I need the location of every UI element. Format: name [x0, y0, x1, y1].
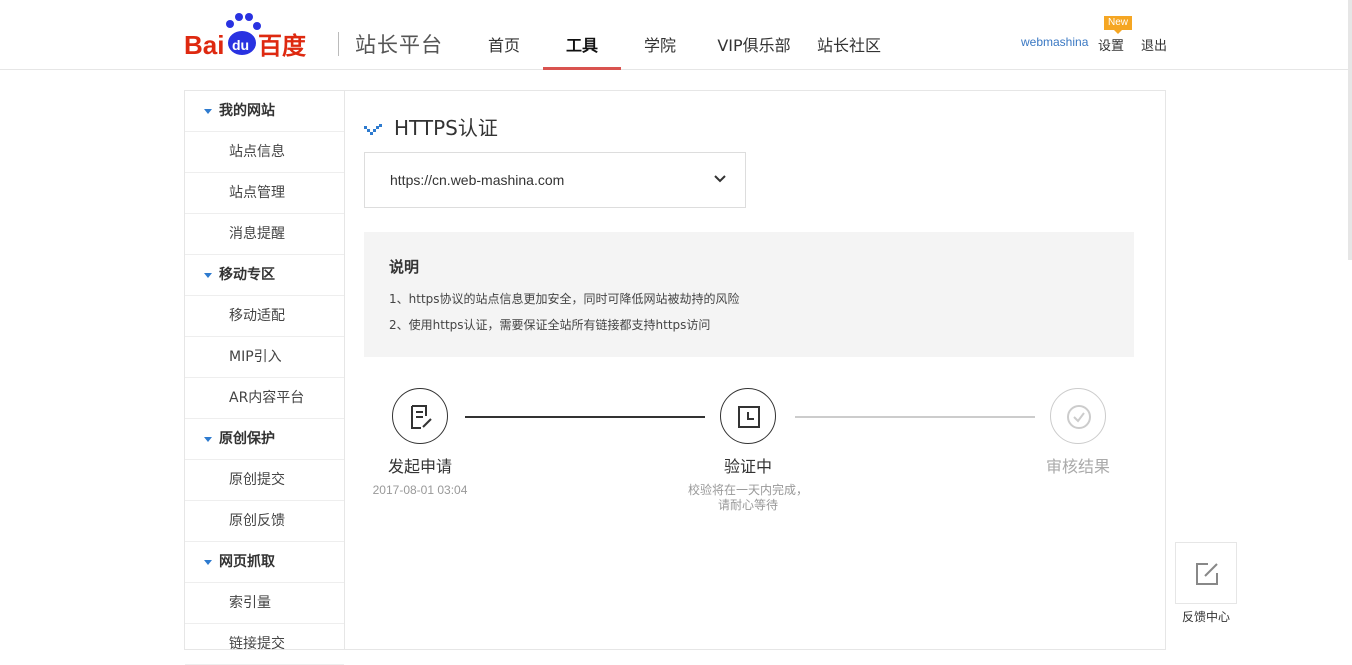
sidebar-group-label: 原创保护 — [219, 431, 275, 447]
nav-tools[interactable]: 工具 — [543, 0, 621, 70]
sidebar-item-mip[interactable]: MIP引入 — [185, 337, 344, 378]
top-header: Bai du 百度 站长平台 首页 工具 学院 VIP俱乐部 站长社区 webm… — [0, 0, 1352, 70]
svg-text:Bai: Bai — [184, 30, 224, 58]
baidu-logo[interactable]: Bai du 百度 — [184, 12, 320, 58]
sidebar-item-messages[interactable]: 消息提醒 — [185, 214, 344, 255]
step-3-label: 审核结果 — [1045, 457, 1110, 476]
step-connector-pending — [795, 416, 1035, 418]
sidebar-item-original-feedback[interactable]: 原创反馈 — [185, 501, 344, 542]
logout-link[interactable]: 退出 — [1141, 35, 1167, 54]
sidebar-item-link-submit[interactable]: 链接提交 — [185, 624, 344, 665]
step-1-timestamp: 2017-08-01 03:04 — [372, 483, 468, 497]
chevron-down-icon — [714, 175, 726, 183]
sidebar-item-site-info[interactable]: 站点信息 — [185, 132, 344, 173]
page-scrollbar[interactable] — [1348, 0, 1352, 260]
step-2-label: 验证中 — [723, 457, 772, 476]
step-3-circle — [1050, 388, 1106, 444]
sidebar-group-crawl[interactable]: 网页抓取 — [185, 542, 344, 583]
document-edit-icon — [411, 405, 432, 429]
step-1-label: 发起申请 — [387, 457, 452, 476]
svg-text:百度: 百度 — [258, 32, 307, 58]
sidebar: 我的网站 站点信息 站点管理 消息提醒 移动专区 移动适配 MIP引入 AR内容… — [184, 90, 345, 665]
new-badge: New — [1104, 16, 1133, 34]
site-title: 站长平台 — [355, 33, 443, 57]
sidebar-group-my-site[interactable]: 我的网站 — [185, 91, 344, 132]
step-2-hint: 校验将在一天内完成， 请耐心等待 — [687, 483, 808, 512]
nav-community[interactable]: 站长社区 — [809, 0, 889, 70]
username-link[interactable]: webmashina — [1021, 35, 1088, 49]
sidebar-item-site-manage[interactable]: 站点管理 — [185, 173, 344, 214]
step-connector-done — [465, 416, 705, 418]
caret-down-icon — [204, 436, 212, 442]
info-note: 说明 1、https协议的站点信息更加安全，同时可降低网站被劫持的风险 2、使用… — [364, 232, 1134, 357]
logo-divider — [338, 32, 339, 56]
settings-link[interactable]: 设置 — [1098, 35, 1124, 54]
sidebar-group-label: 我的网站 — [219, 103, 275, 119]
nav-academy[interactable]: 学院 — [621, 0, 699, 70]
edit-icon — [1196, 563, 1218, 585]
note-title: 说明 — [389, 258, 420, 276]
site-select[interactable]: https://cn.web-mashina.com — [364, 152, 746, 208]
check-circle-icon — [1067, 405, 1091, 429]
caret-down-icon — [204, 559, 212, 565]
svg-text:du: du — [232, 37, 249, 53]
sidebar-item-mobile-adapt[interactable]: 移动适配 — [185, 296, 344, 337]
note-line: 1、https协议的站点信息更加安全，同时可降低网站被劫持的风险 — [389, 292, 740, 306]
caret-down-icon — [204, 108, 212, 114]
site-select-value: https://cn.web-mashina.com — [390, 172, 565, 188]
sidebar-group-label: 移动专区 — [219, 267, 275, 283]
step-2-circle — [720, 388, 776, 444]
sidebar-item-original-submit[interactable]: 原创提交 — [185, 460, 344, 501]
nav-home[interactable]: 首页 — [465, 0, 543, 70]
feedback-label: 反馈中心 — [1181, 610, 1230, 624]
sidebar-group-label: 网页抓取 — [219, 554, 275, 570]
step-1-circle — [392, 388, 448, 444]
clock-square-icon — [738, 406, 760, 428]
sidebar-group-mobile[interactable]: 移动专区 — [185, 255, 344, 296]
sidebar-group-original[interactable]: 原创保护 — [185, 419, 344, 460]
sidebar-item-index-count[interactable]: 索引量 — [185, 583, 344, 624]
caret-down-icon — [204, 272, 212, 278]
nav-vip-club[interactable]: VIP俱乐部 — [699, 0, 809, 70]
main-panel: HTTPS认证 https://cn.web-mashina.com 说明 1、… — [344, 90, 1166, 650]
sidebar-item-ar-platform[interactable]: AR内容平台 — [185, 378, 344, 419]
feedback-button[interactable] — [1175, 542, 1237, 604]
page-title-text: HTTPS认证 — [394, 116, 498, 140]
main-nav: 首页 工具 学院 VIP俱乐部 站长社区 — [465, 0, 889, 70]
note-line: 2、使用https认证，需要保证全站所有链接都支持https访问 — [389, 318, 711, 332]
title-mark-icon — [364, 123, 382, 135]
page-title: HTTPS认证 — [364, 112, 498, 141]
